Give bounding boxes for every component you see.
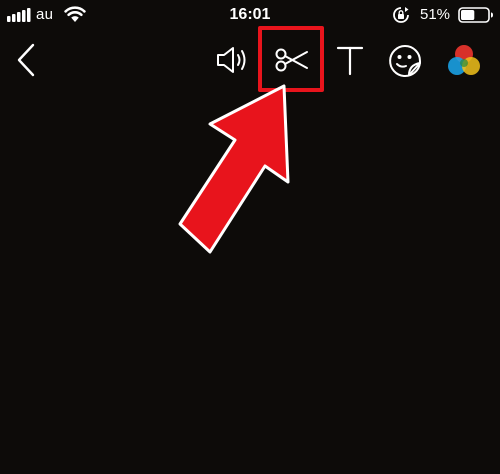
sticker-button[interactable] — [384, 40, 426, 82]
speaker-icon — [217, 47, 246, 73]
sticker-face-icon — [389, 44, 421, 77]
video-editor-screen: au 16:01 51% — [0, 0, 500, 474]
back-button[interactable] — [6, 38, 46, 82]
rotation-lock-icon — [393, 7, 409, 23]
color-filter-button[interactable] — [442, 40, 486, 82]
text-t-icon — [336, 46, 364, 76]
battery-percent: 51% — [420, 6, 451, 23]
status-bar: au 16:01 51% — [0, 0, 500, 32]
red-arrow-icon — [178, 84, 290, 254]
editor-toolbar — [0, 36, 500, 88]
text-button[interactable] — [330, 40, 370, 80]
battery-icon — [458, 7, 493, 23]
color-circles-icon — [448, 45, 480, 75]
chevron-left-icon — [17, 43, 35, 77]
sound-button[interactable] — [212, 40, 256, 80]
